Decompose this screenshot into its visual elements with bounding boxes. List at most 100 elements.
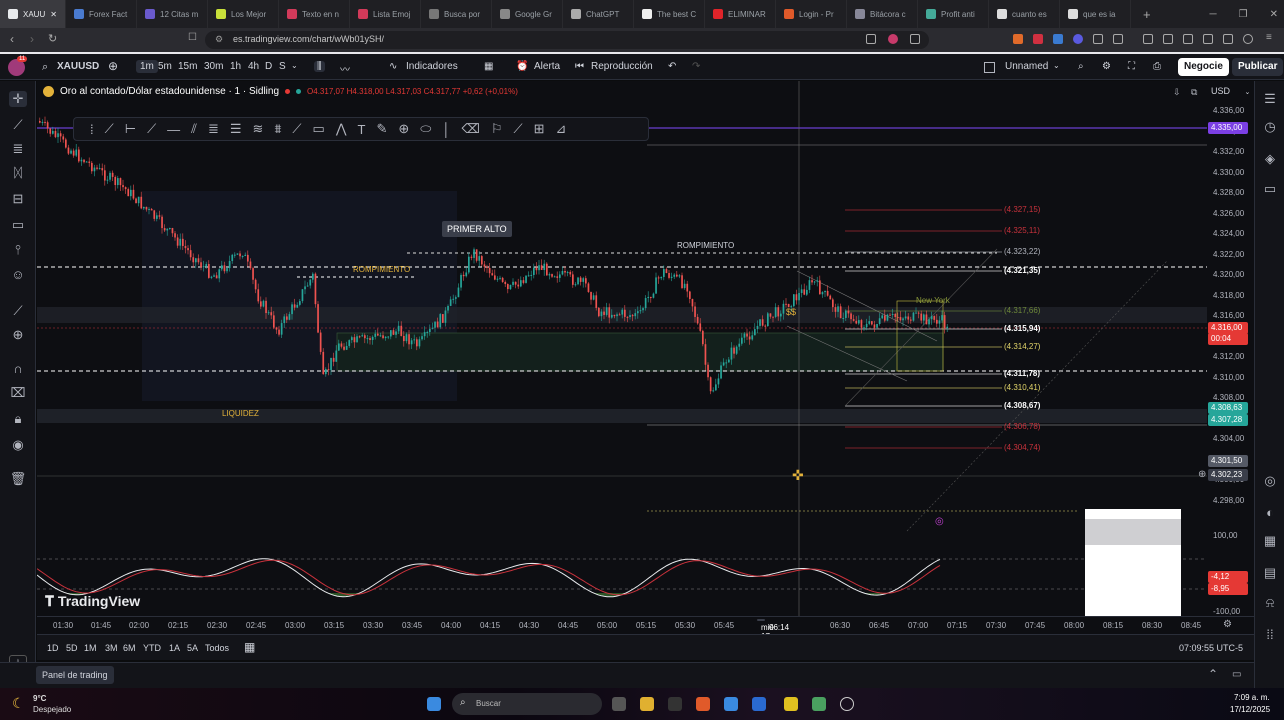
candles-icon[interactable]: ⫼: [314, 61, 325, 72]
taskbar-time[interactable]: 7:09 a. m.: [1234, 693, 1270, 702]
fib-level-label[interactable]: (4.310,41): [1004, 383, 1040, 392]
minimize-icon[interactable]: ─: [1210, 9, 1217, 20]
site-info-icon[interactable]: ⚙: [215, 34, 223, 45]
alert-marker-icon[interactable]: ◎: [935, 516, 944, 527]
calendar-range-icon[interactable]: ▦: [244, 640, 255, 654]
chart-canvas[interactable]: Oro al contado/Dólar estadounidense · 1 …: [37, 81, 1207, 616]
file-explorer-icon[interactable]: [640, 697, 654, 711]
task-view-icon[interactable]: [612, 697, 626, 711]
pattern-icon[interactable]: ᛞ: [9, 165, 27, 181]
gann-icon[interactable]: ⩩: [274, 121, 281, 137]
browser-tab[interactable]: ChatGPT: [563, 0, 634, 28]
back-icon[interactable]: ‹: [10, 32, 14, 46]
annotation-rompimiento-left[interactable]: ROMPIMIENTO: [353, 265, 410, 274]
close-icon[interactable]: ✕: [1270, 9, 1278, 20]
gmail-icon[interactable]: [1033, 34, 1043, 44]
layout-name[interactable]: Unnamed: [1005, 61, 1048, 72]
templates-icon[interactable]: ▦: [484, 61, 493, 72]
brush-icon[interactable]: ▭: [9, 217, 27, 233]
browser-tab[interactable]: Profit anti: [918, 0, 989, 28]
chevron-down-icon[interactable]: ⌄: [291, 61, 298, 70]
settings-taskbar-icon[interactable]: [840, 697, 854, 711]
url-field[interactable]: ⚙ es.tradingview.com/chart/wWb01ySH/: [205, 31, 929, 49]
ellipse-icon[interactable]: ⬭: [420, 121, 431, 137]
fib-level-label[interactable]: (4.315,94): [1004, 324, 1040, 333]
range-5a[interactable]: 5A: [187, 643, 198, 653]
browser-tab[interactable]: cuanto es: [989, 0, 1060, 28]
crosshair-icon[interactable]: ✛: [9, 91, 27, 107]
grid-icon[interactable]: ⊞: [534, 121, 545, 137]
currency-select[interactable]: USD ⌄: [1211, 86, 1250, 96]
horizontal-ray-icon[interactable]: ⊢: [125, 121, 136, 137]
fib-level-label[interactable]: (4.308,67): [1004, 401, 1040, 410]
bookmark-icon[interactable]: ☐: [188, 32, 197, 43]
indicators-button[interactable]: Indicadores: [406, 61, 458, 72]
path-icon[interactable]: ⋀: [336, 121, 347, 137]
lock-drawing-icon[interactable]: ⌧: [9, 385, 27, 401]
horizontal-line-icon[interactable]: —: [167, 122, 180, 137]
fib-retracement-icon[interactable]: ≣: [208, 121, 219, 137]
trend-line-icon[interactable]: ⟋: [9, 117, 27, 133]
browser-tab[interactable]: Forex Fact: [66, 0, 137, 28]
settings-icon[interactable]: ⚙: [1102, 61, 1111, 72]
replay-icon[interactable]: ⏮: [575, 61, 584, 72]
browser-tab[interactable]: Los Mejor: [208, 0, 279, 28]
time-axis[interactable]: 01:30 01:45 02:00 02:15 02:30 02:45 03:00 03:15…: [37, 616, 1254, 659]
alert-icon[interactable]: ⏰: [516, 61, 528, 72]
interval-d[interactable]: D: [265, 61, 272, 72]
chat-icon[interactable]: ▭: [1261, 181, 1279, 197]
news-icon[interactable]: ▤: [1261, 565, 1279, 581]
download-icon[interactable]: [1143, 34, 1153, 44]
telegram-icon[interactable]: [724, 697, 738, 711]
range-1a[interactable]: 1A: [169, 643, 180, 653]
browser-tab[interactable]: que es ia: [1060, 0, 1131, 28]
annotation-primer-alto[interactable]: PRIMER ALTO: [442, 221, 512, 237]
compare-icon[interactable]: ⊕: [108, 59, 118, 73]
emoji-icon[interactable]: ☺: [9, 267, 27, 283]
fib-level-label[interactable]: (4.327,15): [1004, 205, 1040, 214]
range-todos[interactable]: Todos: [205, 643, 229, 653]
share-icon[interactable]: [866, 34, 876, 44]
reload-icon[interactable]: ↻: [48, 32, 57, 45]
maximize-pane-icon[interactable]: ⧉: [1191, 87, 1197, 98]
collapse-icon[interactable]: ⇩: [1173, 87, 1181, 98]
fib-level-label[interactable]: (4.321,35): [1004, 266, 1040, 275]
wallet-icon[interactable]: [1203, 34, 1213, 44]
trade-button[interactable]: Negocie: [1178, 58, 1229, 76]
new-tab-button[interactable]: +: [1143, 7, 1151, 22]
weather-desc[interactable]: Despejado: [33, 705, 71, 714]
publish-button[interactable]: Publicar: [1232, 58, 1284, 76]
browser-tab[interactable]: Bitácora c: [847, 0, 918, 28]
browser-tab[interactable]: ELIMINAR: [705, 0, 776, 28]
trend-line-icon[interactable]: ⟋: [105, 121, 114, 137]
fib-level-label[interactable]: (4.323,22): [1004, 247, 1040, 256]
drag-handle-icon[interactable]: ⁞: [90, 122, 94, 137]
alert-button[interactable]: Alerta: [534, 61, 560, 72]
text-tool-icon[interactable]: ⫯: [9, 242, 27, 258]
notification-icon[interactable]: ⍾: [1261, 595, 1279, 611]
extension-icon-4[interactable]: [1113, 34, 1123, 44]
redo-icon[interactable]: ↷: [692, 61, 700, 72]
interval-5m[interactable]: 5m: [158, 61, 172, 72]
layout-icon[interactable]: [984, 62, 995, 73]
range-1m[interactable]: 1M: [84, 643, 97, 653]
annotation-rompimiento-right[interactable]: ROMPIMIENTO: [677, 241, 734, 250]
browser-tab[interactable]: Lista Emoj: [350, 0, 421, 28]
sidebar-icon[interactable]: [910, 34, 920, 44]
brave-icon[interactable]: [1013, 34, 1023, 44]
fib-level-label[interactable]: (4.304,74): [1004, 443, 1040, 452]
range-3m[interactable]: 3M: [105, 643, 118, 653]
forward-icon[interactable]: ›: [30, 32, 34, 46]
fib-level-label[interactable]: (4.306,78): [1004, 422, 1040, 431]
circle-icon[interactable]: ⊕: [398, 121, 409, 137]
weather-temp[interactable]: 9°C: [33, 694, 46, 703]
browser-tab[interactable]: XAUU ✕: [0, 0, 66, 28]
undo-icon[interactable]: ↶: [668, 61, 676, 72]
target-icon[interactable]: ◎: [1261, 473, 1279, 489]
rectangle-icon[interactable]: ▭: [313, 121, 325, 137]
magnet-icon[interactable]: ∩: [9, 361, 27, 377]
extension-icon[interactable]: [888, 34, 898, 44]
ray-icon[interactable]: ⟋: [147, 121, 156, 137]
reading-icon[interactable]: [1183, 34, 1193, 44]
marker-icon[interactable]: ⚐: [491, 121, 503, 137]
